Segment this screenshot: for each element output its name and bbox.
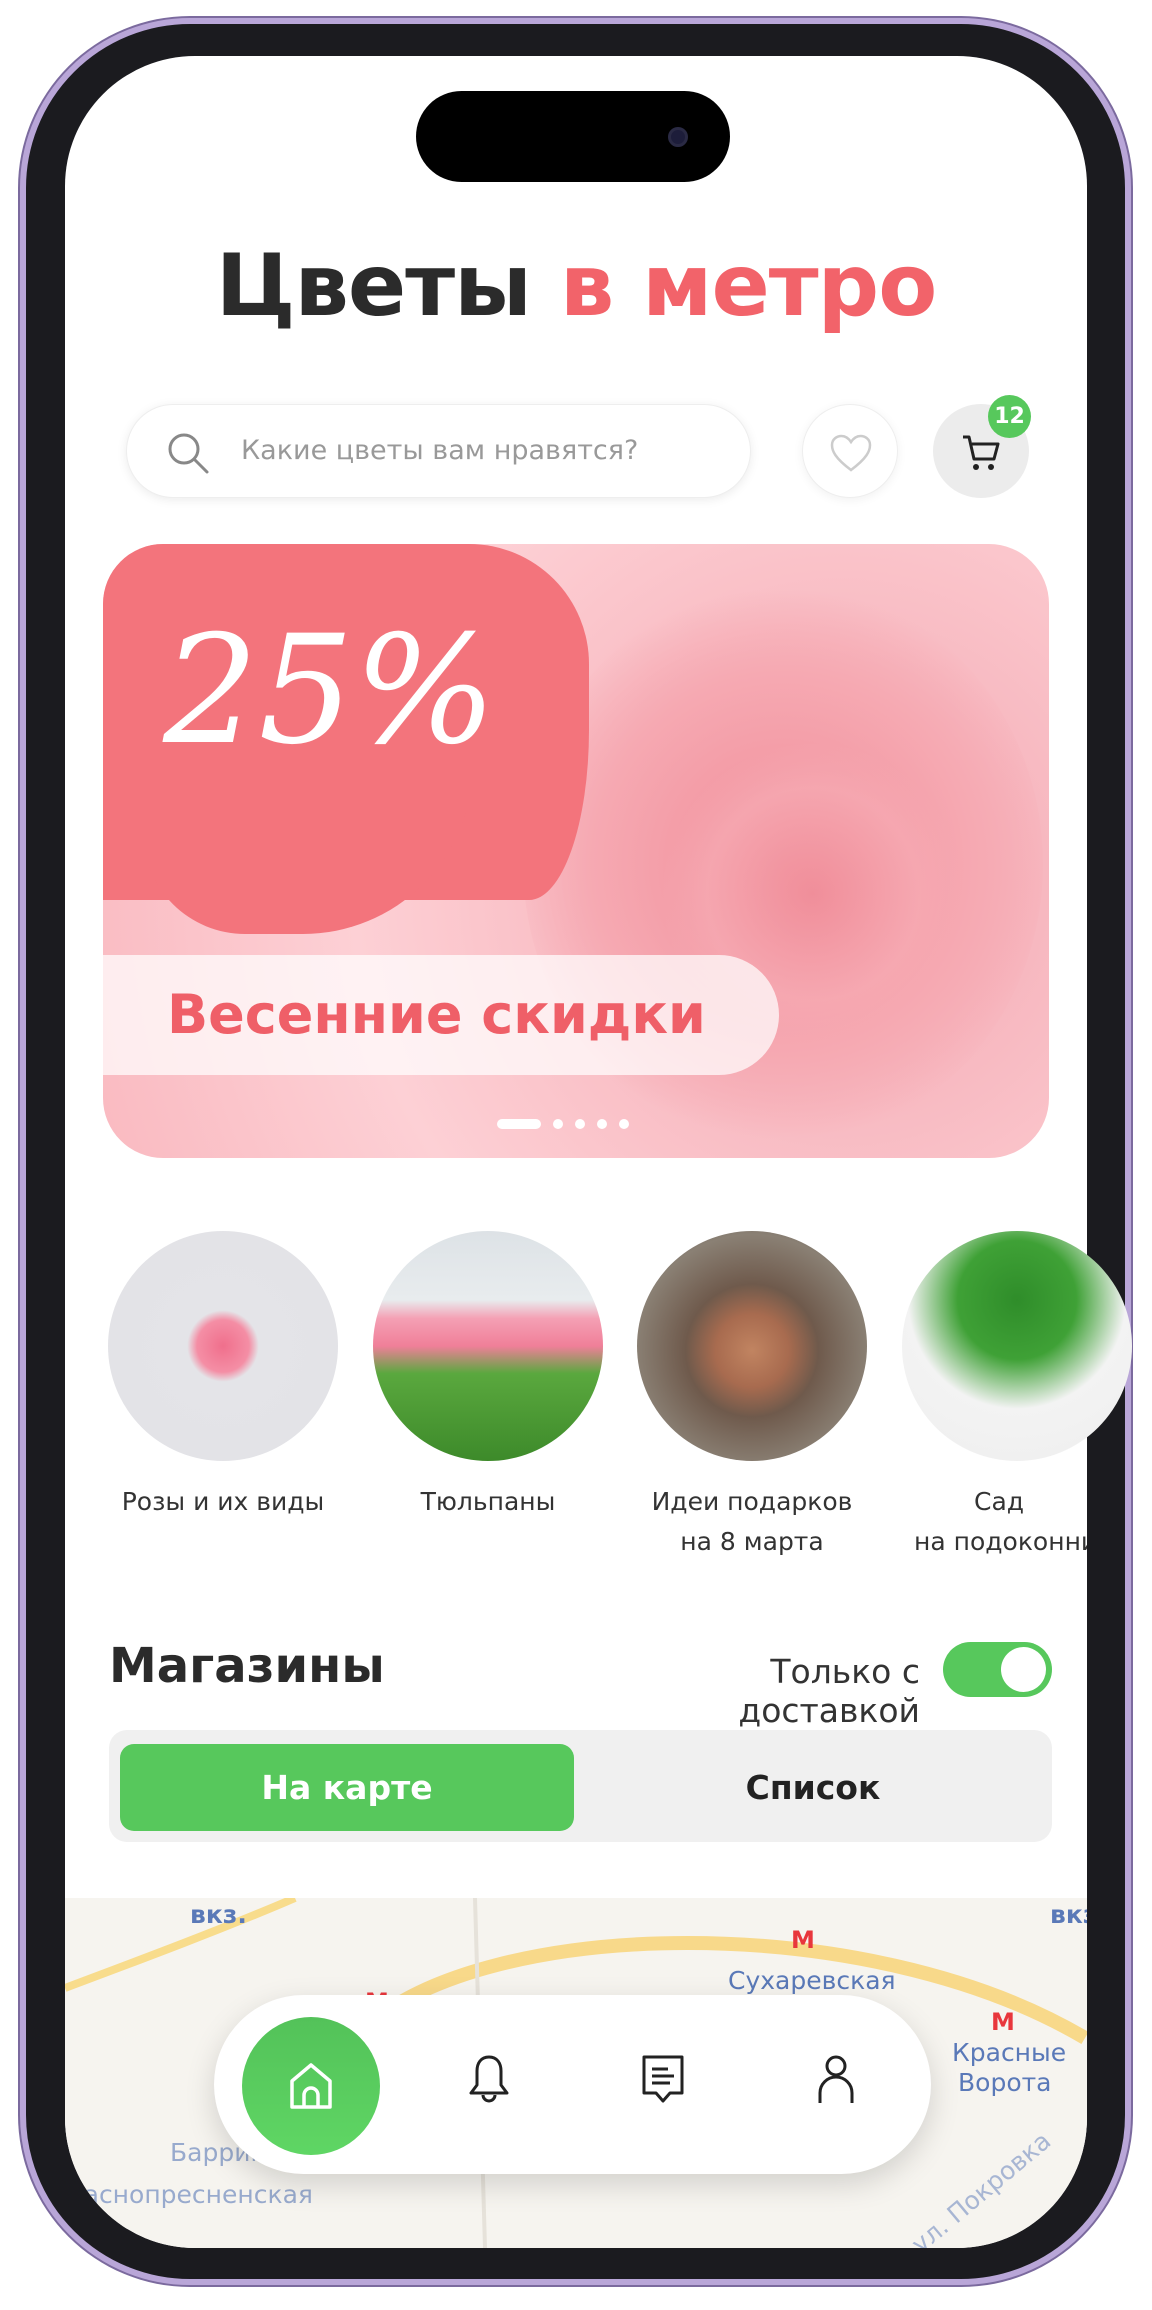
promo-banner[interactable]: 25% Весенние скидки	[103, 544, 1049, 1158]
category-label-line: Идеи подарков	[651, 1487, 853, 1516]
user-icon[interactable]	[813, 2053, 859, 2107]
view-switch: На карте Список	[109, 1730, 1052, 1842]
banner-caption: Весенние скидки	[167, 983, 706, 1046]
discount-blob-bottom	[143, 764, 473, 934]
nav-home-button[interactable]	[242, 2017, 380, 2155]
banner-caption-pill: Весенние скидки	[103, 955, 779, 1075]
heart-icon	[830, 434, 872, 472]
carousel-dot[interactable]	[619, 1119, 629, 1129]
discount-text: 25%	[163, 604, 497, 778]
shops-heading: Магазины	[109, 1638, 385, 1694]
metro-icon: М	[991, 2008, 1015, 2036]
delivery-toggle[interactable]	[943, 1642, 1052, 1697]
home-icon	[290, 2063, 332, 2109]
cart-badge: 12	[988, 395, 1031, 438]
carousel-dot[interactable]	[497, 1119, 541, 1129]
page-title: Цветы в метро	[0, 236, 1152, 336]
title-main: Цветы	[215, 236, 532, 336]
carousel-dot[interactable]	[553, 1119, 563, 1129]
title-accent: в метро	[559, 236, 937, 336]
category-label: Тюльпаны	[420, 1487, 556, 1516]
tab-list[interactable]: Список	[574, 1744, 1052, 1831]
search-input[interactable]: Какие цветы вам нравятся?	[126, 404, 751, 498]
category-label: Идеи подарков на 8 марта	[602, 1482, 902, 1562]
chat-icon[interactable]	[640, 2053, 686, 2107]
search-icon	[168, 433, 209, 474]
carousel-dots[interactable]	[497, 1119, 629, 1129]
category-label-line: на 8 марта	[680, 1527, 824, 1556]
bell-icon[interactable]	[466, 2053, 512, 2107]
category-tulips[interactable]	[373, 1231, 603, 1461]
map-label: Ворота	[958, 2068, 1052, 2097]
category-gifts[interactable]	[637, 1231, 867, 1461]
category-label-line: Сад	[974, 1487, 1025, 1516]
delivery-label: Только с доставкой	[738, 1652, 920, 1730]
category-label-line: на подоконнике	[914, 1527, 1087, 1556]
carousel-dot[interactable]	[575, 1119, 585, 1129]
map-label: вкз.	[1050, 1900, 1087, 1929]
favorites-button[interactable]	[802, 404, 898, 498]
category-roses[interactable]	[108, 1231, 338, 1461]
bottom-nav	[214, 1995, 931, 2174]
tab-map[interactable]: На карте	[120, 1744, 574, 1831]
map-label: Сухаревская	[728, 1966, 896, 1995]
metro-icon: М	[791, 1926, 815, 1954]
carousel-dot[interactable]	[597, 1119, 607, 1129]
category-label: Розы и их виды	[121, 1487, 325, 1516]
toggle-knob	[1001, 1647, 1046, 1692]
cart-icon	[963, 435, 1000, 470]
map-label: Краснопресненская	[65, 2180, 313, 2209]
category-garden[interactable]	[902, 1231, 1132, 1461]
category-label: Сад на подоконнике	[867, 1482, 1087, 1562]
map-road	[65, 1898, 297, 1992]
search-placeholder: Какие цветы вам нравятся?	[241, 435, 639, 466]
map-label: Красные	[952, 2038, 1067, 2067]
camera	[668, 127, 688, 147]
map-label: вкз.	[190, 1900, 247, 1929]
